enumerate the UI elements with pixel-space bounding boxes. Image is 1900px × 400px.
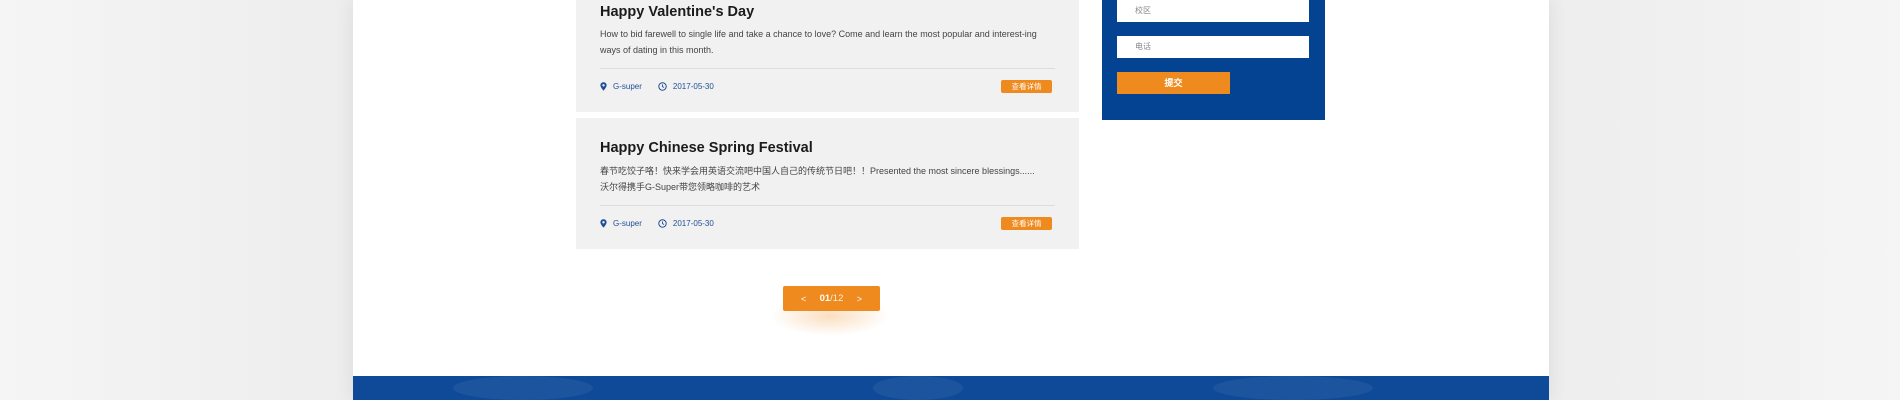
clock-icon [658, 219, 667, 228]
news-author: G-super [613, 82, 642, 91]
footer-banner [353, 376, 1549, 400]
left-gutter [0, 0, 353, 400]
card-divider [600, 205, 1055, 206]
total-pages: /12 [830, 293, 844, 304]
news-description: 春节吃饺子咯！快来学会用英语交流吧中国人自己的传统节日吧！！Presented … [600, 163, 1055, 195]
news-meta: G-super 2017-05-30 [600, 219, 730, 228]
clock-icon [658, 82, 667, 91]
news-title[interactable]: Happy Valentine's Day [600, 4, 754, 20]
page-indicator: 01/12 [820, 293, 844, 304]
current-page: 01 [819, 293, 831, 304]
news-card: Happy Chinese Spring Festival 春节吃饺子咯！快来学… [576, 118, 1079, 249]
author-group: G-super [600, 82, 642, 91]
news-description: How to bid farewell to single life and t… [600, 29, 1037, 55]
campus-input[interactable]: 校区 [1117, 0, 1309, 22]
news-description-line: 沃尔得携手G-Super带您领略咖啡的艺术 [600, 182, 761, 192]
phone-input[interactable]: 电话 [1117, 36, 1309, 58]
news-meta: G-super 2017-05-30 [600, 82, 730, 91]
footer-texture [873, 376, 963, 400]
view-details-button[interactable]: 查看详情 [1001, 217, 1052, 230]
footer-texture [1213, 376, 1373, 400]
location-pin-icon [600, 82, 607, 91]
date-group: 2017-05-30 [658, 219, 714, 228]
prev-page-button[interactable]: < [801, 294, 806, 304]
pagination: < 01/12 > [783, 286, 880, 311]
footer-texture [453, 376, 593, 400]
page-container: Happy Valentine's Day How to bid farewel… [353, 0, 1549, 400]
signup-form-panel: 校区 电话 提交 [1102, 0, 1325, 120]
next-page-button[interactable]: > [857, 294, 862, 304]
card-divider [600, 68, 1055, 69]
view-details-button[interactable]: 查看详情 [1001, 80, 1052, 93]
news-description-line: 春节吃饺子咯！快来学会用英语交流吧中国人自己的传统节日吧！！Presented … [600, 166, 1035, 176]
news-date: 2017-05-30 [672, 82, 714, 91]
news-date: 2017-05-30 [672, 219, 714, 228]
location-pin-icon [600, 219, 607, 228]
author-group: G-super [600, 219, 642, 228]
right-gutter [1547, 0, 1900, 400]
date-group: 2017-05-30 [658, 82, 714, 91]
news-title[interactable]: Happy Chinese Spring Festival [600, 140, 813, 156]
news-author: G-super [613, 219, 642, 228]
news-card: Happy Valentine's Day How to bid farewel… [576, 0, 1079, 112]
submit-button[interactable]: 提交 [1117, 72, 1230, 94]
